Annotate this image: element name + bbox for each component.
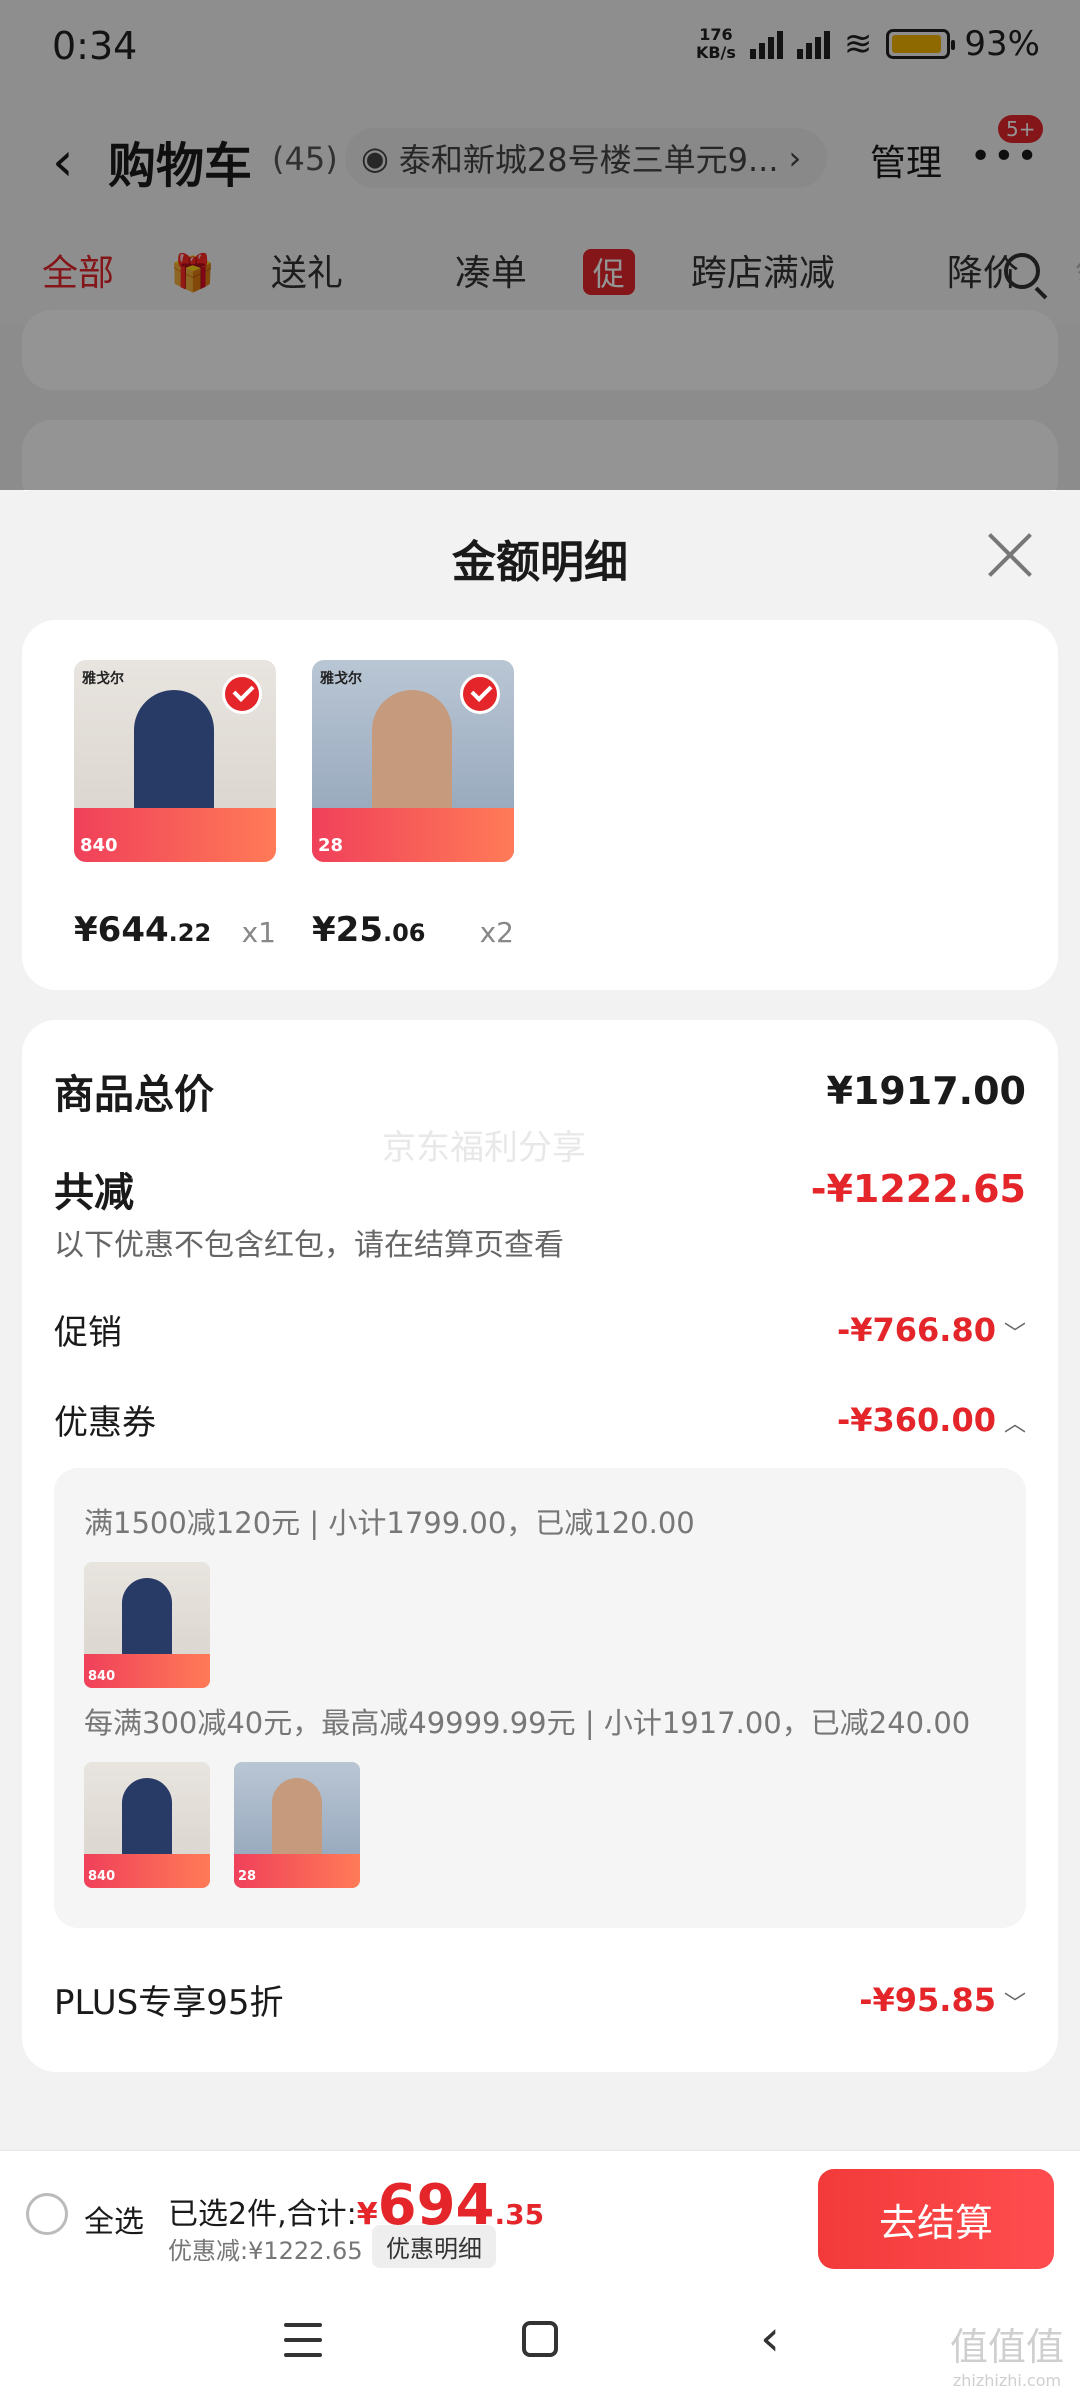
- sheet-title: 金额明细: [452, 537, 628, 588]
- system-nav-bar: ‹: [0, 2275, 1080, 2400]
- product-quantity: x1: [241, 916, 276, 949]
- plus-value: -¥95.85: [859, 1980, 996, 2019]
- promo-row[interactable]: 促销 -¥766.80 ﹀: [54, 1305, 1026, 1354]
- chevron-down-icon: ﹀: [1003, 1991, 1026, 2017]
- select-all-checkbox[interactable]: [26, 2193, 68, 2235]
- selected-check-icon: [222, 674, 262, 714]
- site-watermark-logo: 值值值 zhizhizhi.com: [949, 2325, 1064, 2390]
- amount-detail-sheet: 金额明细 雅戈尔 840 ¥644.22 x1 雅戈尔 28 ¥25.06 x2: [0, 490, 1080, 2150]
- coupon-label: 优惠券: [54, 1403, 156, 1443]
- promo-value: -¥766.80: [836, 1310, 996, 1349]
- plus-label: PLUS专享95折: [54, 1983, 284, 2023]
- coupon-product-thumbnail: 840: [84, 1762, 210, 1888]
- coupon-product-thumbnail: 28: [234, 1762, 360, 1888]
- close-icon[interactable]: [986, 530, 1036, 580]
- coupon-details: 满1500减120元 | 小计1799.00，已减120.00 840 每满30…: [54, 1468, 1026, 1928]
- chevron-down-icon: ﹀: [1003, 1321, 1026, 1347]
- product-quantity: x2: [479, 916, 514, 949]
- chevron-up-icon: ︿: [1003, 1411, 1026, 1437]
- coupon-row[interactable]: 优惠券 -¥360.00 ︿: [54, 1395, 1026, 1444]
- discount-label: 共减: [54, 1170, 134, 1216]
- price-breakdown-card: 京东福利分享 商品总价 ¥1917.00 共减 -¥1222.65 以下优惠不包…: [22, 1020, 1058, 2072]
- subtotal-label: 商品总价: [54, 1072, 214, 1118]
- product-item[interactable]: 雅戈尔 840 ¥644.22 x1: [74, 660, 276, 950]
- checkout-bar: 全选 已选2件,合计:¥694.35 优惠减:¥1222.65 优惠明细 去结算: [0, 2150, 1080, 2275]
- saved-amount: 优惠减:¥1222.65: [168, 2237, 363, 2265]
- discount-detail-button[interactable]: 优惠明细: [372, 2225, 496, 2268]
- checkout-button[interactable]: 去结算: [818, 2169, 1054, 2269]
- product-price: ¥25.06: [312, 910, 426, 950]
- promo-label: 促销: [54, 1313, 122, 1353]
- product-item[interactable]: 雅戈尔 28 ¥25.06 x2: [312, 660, 514, 950]
- discount-value: -¥1222.65: [810, 1167, 1026, 1211]
- coupon-rule: 满1500减120元 | 小计1799.00，已减120.00: [84, 1506, 695, 1540]
- select-all-label[interactable]: 全选: [84, 2197, 144, 2241]
- coupon-rule: 每满300减40元，最高减49999.99元 | 小计1917.00，已减240…: [84, 1706, 971, 1740]
- selected-check-icon: [460, 674, 500, 714]
- coupon-product-thumbnail: 840: [84, 1562, 210, 1688]
- product-thumbnail: 雅戈尔 840: [74, 660, 276, 862]
- back-nav-icon[interactable]: ‹: [760, 2309, 780, 2367]
- selected-products-card: 雅戈尔 840 ¥644.22 x1 雅戈尔 28 ¥25.06 x2: [22, 620, 1058, 990]
- image-price-tag: 28: [318, 835, 344, 856]
- product-thumbnail: 雅戈尔 28: [312, 660, 514, 862]
- plus-discount-row[interactable]: PLUS专享95折 -¥95.85 ﹀: [54, 1975, 1026, 2024]
- brand-logo: 雅戈尔: [82, 671, 124, 687]
- subtotal-row: 商品总价 ¥1917.00: [54, 1062, 1026, 1120]
- product-price: ¥644.22: [74, 910, 212, 950]
- discount-row: 共减 -¥1222.65: [54, 1160, 1026, 1218]
- overlay-scrim[interactable]: [0, 0, 1080, 490]
- image-price-tag: 840: [80, 835, 118, 856]
- coupon-value: -¥360.00: [836, 1400, 996, 1439]
- brand-logo: 雅戈尔: [320, 671, 362, 687]
- discount-note: 以下优惠不包含红包，请在结算页查看: [54, 1228, 564, 1263]
- subtotal-value: ¥1917.00: [826, 1069, 1026, 1113]
- home-icon[interactable]: [522, 2321, 558, 2357]
- menu-icon[interactable]: [284, 2323, 322, 2357]
